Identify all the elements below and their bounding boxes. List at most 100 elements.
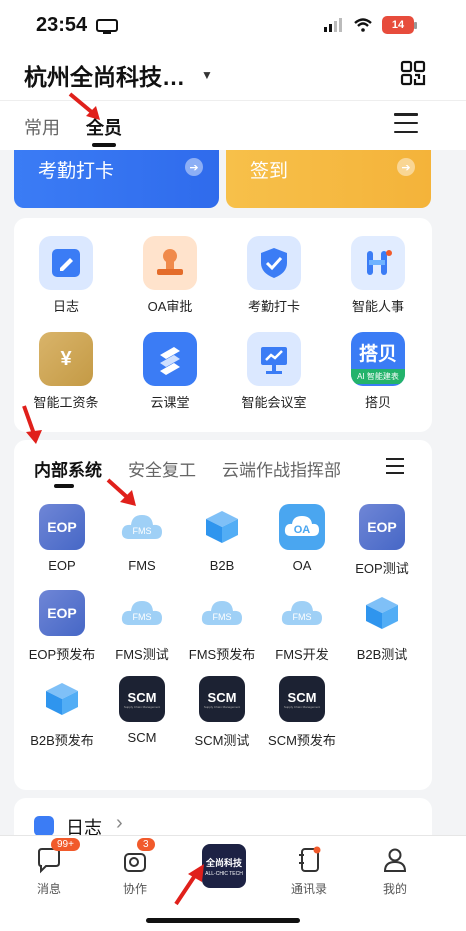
menu-icon[interactable] bbox=[386, 458, 404, 474]
system-label: B2B测试 bbox=[356, 647, 408, 662]
scm-icon-subtext: Supply Chain Management bbox=[283, 704, 321, 709]
system-eop-test[interactable]: EOP EOP测试 bbox=[340, 504, 424, 588]
system-scm-prerelease[interactable]: SCM Supply Chain Management SCM预发布 bbox=[260, 676, 344, 760]
system-label: FMS开发 bbox=[275, 647, 329, 662]
attendance-card[interactable]: 考勤打卡 ➔ bbox=[14, 150, 219, 208]
app-attendance[interactable]: 考勤打卡 bbox=[222, 236, 326, 326]
cloud-class-icon bbox=[143, 332, 197, 386]
dabei-icon: 搭贝 AI 智能建表 bbox=[351, 332, 405, 386]
system-b2b-prerelease[interactable]: B2B预发布 bbox=[20, 676, 104, 760]
payroll-icon: ¥ bbox=[39, 332, 93, 386]
status-icons: 14 bbox=[324, 16, 417, 34]
dabei-icon-subtext: AI 智能建表 bbox=[351, 369, 405, 384]
app-label: 智能人事 bbox=[351, 299, 404, 314]
app-oa-approval[interactable]: OA审批 bbox=[118, 236, 222, 326]
annotation-arrow-icon bbox=[68, 92, 100, 120]
system-scm[interactable]: SCM Supply Chain Management SCM bbox=[100, 676, 184, 760]
fms-icon-text: FMS bbox=[133, 612, 152, 622]
scm-icon-subtext: Supply Chain Management bbox=[123, 704, 161, 709]
system-label: SCM测试 bbox=[194, 733, 250, 748]
app-meeting-room[interactable]: 智能会议室 bbox=[222, 332, 326, 422]
annotation-arrow-icon bbox=[106, 478, 136, 506]
collab-badge: 3 bbox=[137, 838, 155, 851]
screen-mirror-icon bbox=[96, 19, 118, 34]
app-label: 云课堂 bbox=[150, 395, 190, 410]
app-log[interactable]: 日志 bbox=[14, 236, 118, 326]
eop-icon-text: EOP bbox=[367, 519, 397, 535]
nav-contacts[interactable]: 通讯录 bbox=[274, 846, 344, 897]
home-indicator bbox=[146, 918, 300, 923]
nav-collab[interactable]: 3 协作 bbox=[100, 838, 170, 897]
system-label: B2B预发布 bbox=[30, 733, 94, 748]
app-label: 搭贝 bbox=[364, 395, 391, 410]
status-bar: 23:54 14 bbox=[0, 0, 466, 50]
app-label: 日志 bbox=[52, 299, 79, 314]
system-label: SCM bbox=[127, 730, 157, 745]
fms-icon-text: FMS bbox=[213, 612, 232, 622]
messages-badge: 99+ bbox=[51, 838, 80, 851]
tab-cloud-command[interactable]: 云端作战指挥部 bbox=[222, 456, 341, 481]
system-label: FMS bbox=[128, 558, 156, 573]
systems-tab-underline bbox=[54, 484, 74, 488]
annotation-arrow-icon bbox=[174, 864, 204, 906]
app-smart-hr[interactable]: 智能人事 bbox=[326, 236, 430, 326]
fms-icon-text: FMS bbox=[133, 526, 152, 536]
log-section[interactable]: 日志 › bbox=[14, 798, 432, 835]
app-label: OA审批 bbox=[147, 299, 193, 314]
fms-icon-text: FMS bbox=[293, 612, 312, 622]
nav-label: 消息 bbox=[36, 882, 61, 896]
system-b2b[interactable]: B2B bbox=[180, 504, 264, 588]
log-section-title: 日志 bbox=[66, 818, 102, 835]
user-icon bbox=[381, 846, 409, 874]
nav-messages[interactable]: 99+ 消息 bbox=[14, 838, 84, 897]
battery-indicator: 14 bbox=[382, 16, 417, 34]
arrow-right-icon: ➔ bbox=[185, 158, 203, 176]
system-label: SCM预发布 bbox=[268, 733, 336, 748]
wifi-icon bbox=[354, 18, 372, 32]
system-eop-prerelease[interactable]: EOP EOP预发布 bbox=[20, 590, 104, 674]
systems-panel: 内部系统 安全复工 云端作战指挥部 EOP EOP FMS FMS B2B OA… bbox=[14, 440, 432, 790]
tab-common[interactable]: 常用 bbox=[24, 114, 60, 140]
arrow-right-icon: ➔ bbox=[397, 158, 415, 176]
system-label: OA bbox=[292, 558, 312, 573]
systems-tabs: 内部系统 安全复工 云端作战指挥部 bbox=[14, 440, 432, 492]
system-label: EOP测试 bbox=[355, 561, 409, 576]
scm-icon-text: SCM bbox=[287, 689, 317, 705]
system-label: FMS预发布 bbox=[188, 647, 256, 662]
checkin-card[interactable]: 签到 ➔ bbox=[226, 150, 431, 208]
eop-icon: EOP bbox=[39, 590, 85, 636]
system-eop[interactable]: EOP EOP bbox=[20, 504, 104, 588]
hr-icon bbox=[351, 236, 405, 290]
scm-icon: SCM Supply Chain Management bbox=[279, 676, 325, 722]
system-label: EOP预发布 bbox=[28, 647, 96, 662]
tab-internal-systems[interactable]: 内部系统 bbox=[34, 456, 102, 481]
menu-icon[interactable] bbox=[394, 113, 418, 133]
app-cloud-class[interactable]: 云课堂 bbox=[118, 332, 222, 422]
app-dabei[interactable]: 搭贝 AI 智能建表 搭贝 bbox=[326, 332, 430, 422]
system-fms[interactable]: FMS FMS bbox=[100, 504, 184, 588]
oa-icon: OA bbox=[279, 504, 325, 550]
system-fms-test[interactable]: FMS FMS测试 bbox=[100, 590, 184, 674]
scan-icon[interactable] bbox=[400, 60, 426, 86]
org-switcher[interactable]: 杭州全尚科技… ▼ bbox=[24, 58, 213, 92]
eop-icon: EOP bbox=[39, 504, 85, 550]
system-oa[interactable]: OA OA bbox=[260, 504, 344, 588]
nav-label: 通讯录 bbox=[290, 882, 327, 896]
eop-icon-text: EOP bbox=[47, 605, 77, 621]
nav-me[interactable]: 我的 bbox=[360, 846, 430, 897]
presentation-icon bbox=[247, 332, 301, 386]
log-icon bbox=[39, 236, 93, 290]
scm-icon: SCM Supply Chain Management bbox=[199, 676, 245, 722]
system-fms-dev[interactable]: FMS FMS开发 bbox=[260, 590, 344, 674]
scm-icon: SCM Supply Chain Management bbox=[119, 676, 165, 722]
fms-cloud-icon: FMS bbox=[119, 590, 165, 636]
nav-label: 我的 bbox=[382, 882, 407, 896]
system-fms-prerelease[interactable]: FMS FMS预发布 bbox=[180, 590, 264, 674]
eop-icon: EOP bbox=[359, 504, 405, 550]
chat-icon: 99+ bbox=[35, 838, 80, 874]
box-icon bbox=[199, 504, 245, 550]
system-label: FMS测试 bbox=[115, 647, 169, 662]
system-b2b-test[interactable]: B2B测试 bbox=[340, 590, 424, 674]
checkin-card-label: 签到 bbox=[250, 161, 289, 182]
system-scm-test[interactable]: SCM Supply Chain Management SCM测试 bbox=[180, 676, 264, 760]
